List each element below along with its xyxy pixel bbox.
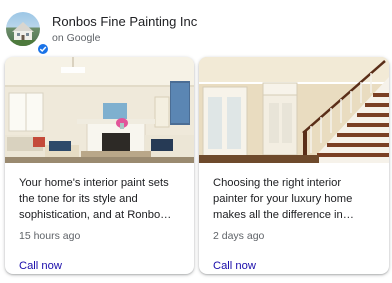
post-card[interactable]: Your home's interior paint sets the tone… bbox=[5, 57, 194, 274]
post-text: Choosing the right interior painter for … bbox=[213, 177, 354, 221]
call-now-button[interactable]: Call now bbox=[213, 259, 256, 273]
living-room-photo[interactable] bbox=[5, 57, 194, 163]
post-time: 15 hours ago bbox=[19, 230, 81, 242]
post-time: 2 days ago bbox=[213, 230, 265, 242]
post-text: Your home's interior paint sets the tone… bbox=[19, 177, 172, 221]
post-card[interactable]: Choosing the right interior painter for … bbox=[199, 57, 389, 274]
call-now-button[interactable]: Call now bbox=[19, 259, 62, 273]
verified-badge-icon bbox=[36, 42, 50, 56]
business-source: on Google bbox=[52, 31, 101, 44]
business-header: Ronbos Fine Painting Inc on Google bbox=[6, 12, 386, 56]
business-name[interactable]: Ronbos Fine Painting Inc bbox=[52, 14, 197, 30]
business-avatar[interactable] bbox=[6, 12, 40, 46]
staircase-photo[interactable] bbox=[199, 57, 389, 163]
